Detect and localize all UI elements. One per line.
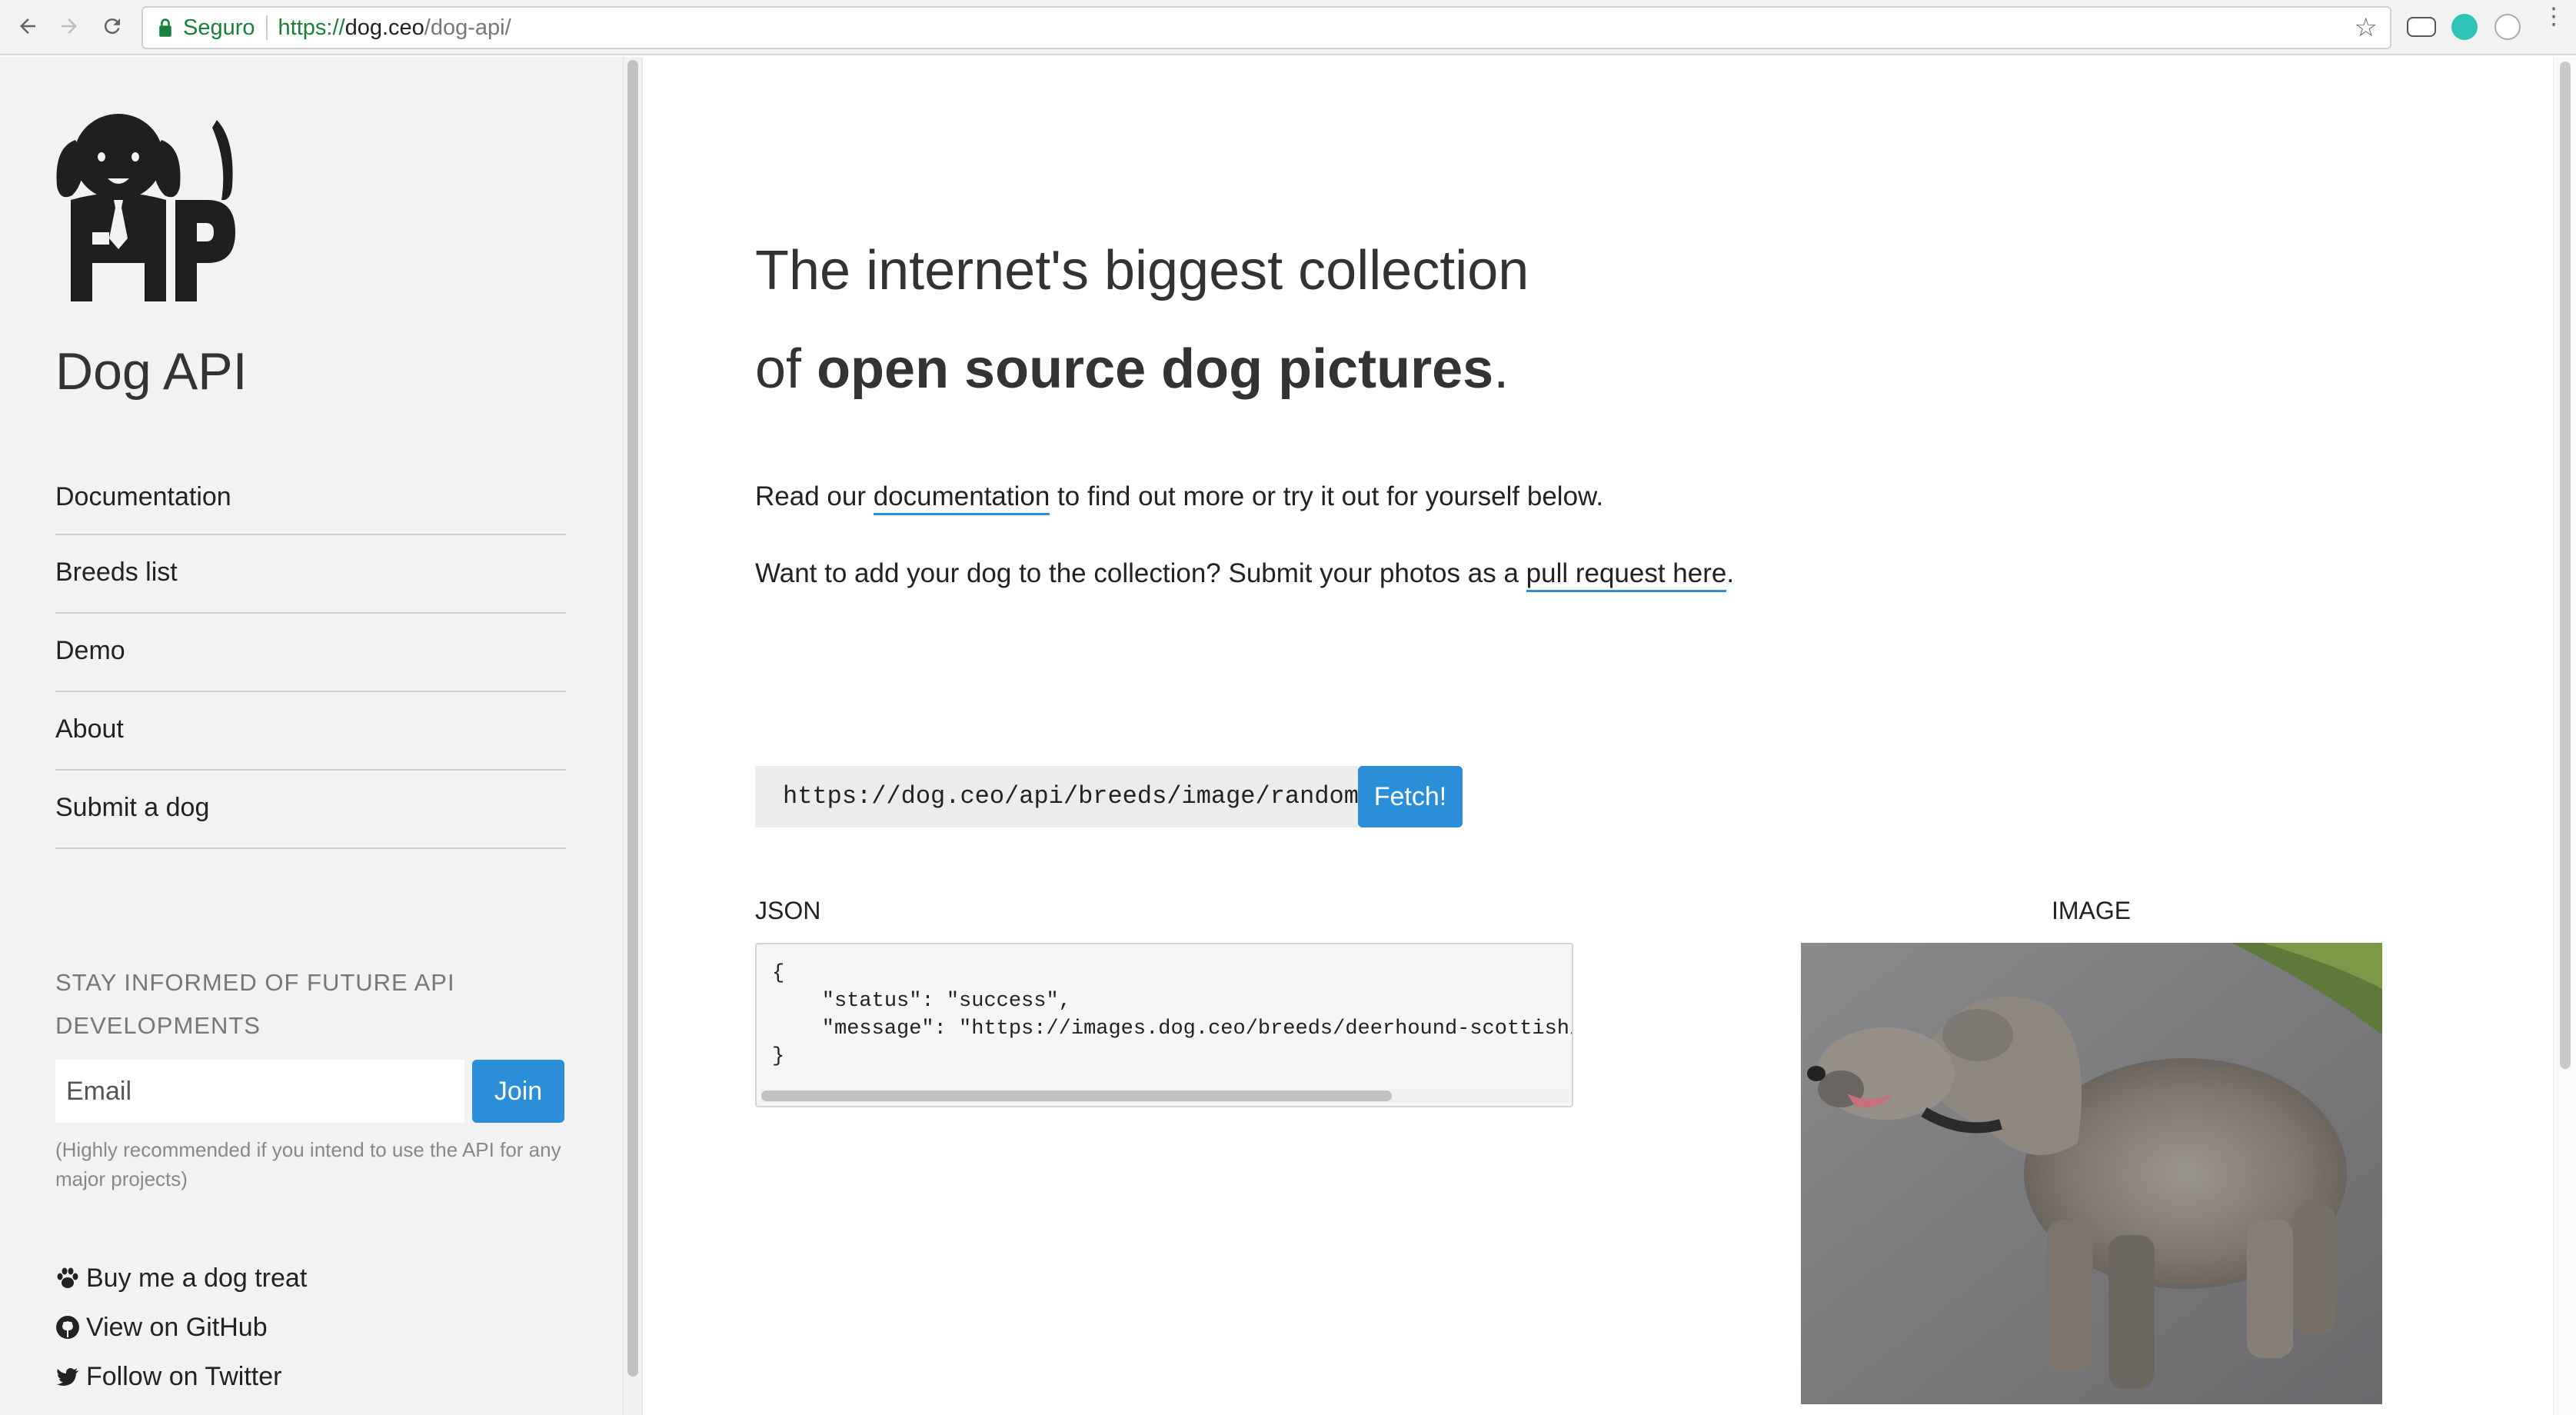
- nav-item-breeds-list[interactable]: Breeds list: [55, 535, 566, 614]
- submit-text-after: .: [1726, 558, 1735, 588]
- nav-item-about[interactable]: About: [55, 692, 566, 771]
- newsletter-note: (Highly recommended if you intend to use…: [55, 1138, 561, 1190]
- url-scheme: https://: [278, 15, 345, 40]
- newsletter-title: STAY INFORMED OF FUTURE API DEVELOPMENTS: [55, 969, 455, 1039]
- buy-dog-treat-link[interactable]: Buy me a dog treat: [55, 1254, 307, 1303]
- nav-item-documentation[interactable]: Documentation: [55, 460, 566, 535]
- dog-photo: [1801, 943, 2382, 1404]
- sidebar-divider: [641, 57, 643, 1415]
- nav-item-demo[interactable]: Demo: [55, 614, 566, 692]
- email-input[interactable]: [55, 1060, 464, 1123]
- twitter-label: Follow on Twitter: [86, 1361, 282, 1391]
- address-separator: [265, 15, 268, 40]
- headline-of: of: [755, 338, 817, 400]
- arrow-right-icon: [62, 18, 77, 34]
- secure-label: Seguro: [183, 15, 255, 40]
- url-path: /dog-api/: [424, 15, 511, 40]
- nav-item-submit-a-dog[interactable]: Submit a dog: [55, 771, 566, 849]
- json-scrollbar-thumb[interactable]: [761, 1090, 1392, 1101]
- extension-glasses-icon[interactable]: [2407, 17, 2436, 37]
- headline-end: .: [1493, 338, 1509, 400]
- bookmark-star-icon[interactable]: ☆: [2355, 12, 2378, 43]
- dog-image: [1801, 943, 2382, 1404]
- external-links: Buy me a dog treat View on GitHub Follow…: [55, 1254, 307, 1401]
- browser-toolbar: Seguro https://dog.ceo/dog-api/ ☆ ⋮: [0, 0, 2576, 55]
- headline-bold: open source dog pictures: [817, 338, 1494, 400]
- twitter-icon: [57, 1368, 78, 1386]
- dog-api-logo-icon: [56, 114, 235, 301]
- address-bar[interactable]: Seguro https://dog.ceo/dog-api/ ☆: [141, 6, 2391, 49]
- site-title: Dog API: [55, 342, 248, 401]
- sidebar-nav: Documentation Breeds list Demo About Sub…: [55, 460, 566, 849]
- intro-text-before: Read our: [755, 481, 874, 511]
- headline-line-1: The internet's biggest collection: [755, 240, 1529, 301]
- extension-circle-icon[interactable]: [2494, 14, 2521, 40]
- reload-button[interactable]: [95, 9, 129, 43]
- pull-request-link[interactable]: pull request here: [1526, 558, 1727, 592]
- fetch-button[interactable]: Fetch!: [1358, 766, 1463, 827]
- join-button[interactable]: Join: [472, 1060, 564, 1123]
- image-label: IMAGE: [2052, 897, 2132, 924]
- twitter-link[interactable]: Follow on Twitter: [55, 1352, 307, 1401]
- back-button[interactable]: [11, 9, 45, 43]
- buy-dog-treat-label: Buy me a dog treat: [86, 1263, 308, 1293]
- lock-icon: [159, 18, 171, 37]
- intro-text-after: to find out more or try it out for yours…: [1050, 481, 1604, 511]
- submit-text-before: Want to add your dog to the collection? …: [755, 558, 1526, 588]
- browser-menu-icon[interactable]: ⋮: [2542, 5, 2565, 28]
- intro-paragraph: Read our documentation to find out more …: [755, 481, 1604, 515]
- json-output: { "status": "success", "message": "https…: [755, 943, 1573, 1107]
- github-label: View on GitHub: [86, 1312, 268, 1342]
- page-headline: The internet's biggest collection of ope…: [755, 221, 1832, 418]
- json-text: { "status": "success", "message": "https…: [772, 962, 1573, 1068]
- forward-button[interactable]: [52, 9, 86, 43]
- main-scrollbar-thumb[interactable]: [2560, 62, 2571, 1069]
- github-icon: [56, 1316, 79, 1339]
- json-horizontal-scrollbar[interactable]: [761, 1089, 1569, 1103]
- submit-paragraph: Want to add your dog to the collection? …: [755, 558, 1735, 592]
- github-link[interactable]: View on GitHub: [55, 1303, 307, 1352]
- paw-icon: [57, 1267, 78, 1288]
- reload-icon: [104, 18, 120, 35]
- main-scrollbar[interactable]: [2553, 57, 2576, 1415]
- arrow-left-icon: [20, 18, 35, 34]
- endpoint-url: https://dog.ceo/api/breeds/image/random: [755, 766, 1359, 827]
- extension-m-icon[interactable]: [2451, 14, 2478, 40]
- sidebar-scrollbar-thumb[interactable]: [627, 60, 638, 1377]
- documentation-link[interactable]: documentation: [873, 481, 1050, 515]
- sidebar-scrollbar[interactable]: [623, 57, 641, 1415]
- json-label: JSON: [755, 897, 821, 924]
- url-host: dog.ceo: [344, 15, 424, 40]
